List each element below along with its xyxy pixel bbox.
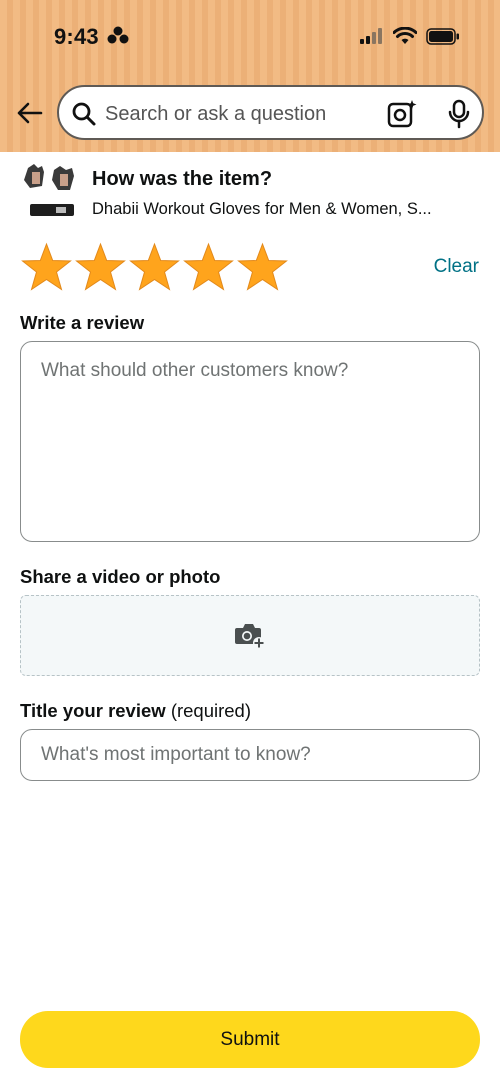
camera-lens-icon[interactable]	[387, 99, 417, 134]
clover-icon	[107, 26, 129, 51]
media-label: Share a video or photo	[20, 566, 221, 587]
search-input[interactable]: Search or ask a question	[105, 103, 326, 126]
cellular-signal-icon	[360, 28, 384, 49]
title-label: Title your review (required)	[20, 700, 251, 722]
submit-button[interactable]: Submit	[20, 1011, 480, 1068]
title-required-hint: (required)	[170, 700, 252, 721]
app-header: 9:43 Search or ask a question	[0, 0, 500, 152]
title-label-text: Title your review	[20, 700, 166, 721]
star-icon[interactable]	[182, 242, 235, 292]
review-textarea[interactable]: What should other customers know?	[20, 341, 480, 542]
star-rating[interactable]	[20, 242, 289, 292]
review-label: Write a review	[20, 312, 145, 333]
product-name: Dhabii Workout Gloves for Men & Women, S…	[92, 200, 432, 218]
star-icon[interactable]	[20, 242, 73, 292]
review-title-input[interactable]: What's most important to know?	[20, 729, 480, 781]
media-upload-area[interactable]	[20, 595, 480, 676]
star-icon[interactable]	[236, 242, 289, 292]
search-bar[interactable]: Search or ask a question	[57, 85, 484, 140]
review-prompt: How was the item?	[92, 168, 273, 190]
battery-icon	[426, 27, 460, 50]
star-icon[interactable]	[128, 242, 181, 292]
microphone-icon[interactable]	[447, 99, 471, 134]
status-icons	[360, 26, 460, 50]
search-icon	[71, 101, 97, 132]
wifi-icon	[392, 26, 418, 50]
product-thumbnail	[20, 162, 78, 220]
back-arrow-icon[interactable]	[15, 99, 45, 129]
status-time: 9:43	[54, 24, 99, 49]
clear-rating-link[interactable]: Clear	[434, 256, 479, 278]
star-icon[interactable]	[74, 242, 127, 292]
add-photo-icon[interactable]	[234, 621, 266, 654]
